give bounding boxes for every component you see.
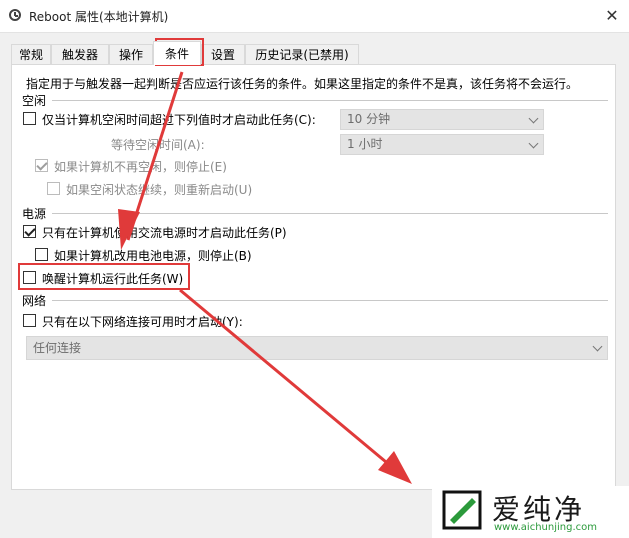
idle-section-label: 空闲 [22,94,47,108]
start-if-idle-label: 仅当计算机空闲时间超过下列值时才启动此任务(C): [42,113,316,127]
wait-for-idle-combo[interactable]: 1 小时 [340,134,544,155]
network-separator [52,300,608,301]
start-if-idle-checkbox[interactable] [23,112,36,125]
idle-separator [52,100,608,101]
checkmark-icon [36,159,48,171]
tab-general[interactable]: 常规 [11,44,51,64]
tab-triggers[interactable]: 触发器 [51,44,109,64]
wait-for-idle-value: 1 小时 [347,137,383,151]
clock-icon [9,9,21,21]
restart-if-idle-label: 如果空闲状态继续，则重新启动(U) [66,183,253,197]
watermark-url: www.aichunjing.com [494,522,597,533]
tab-settings[interactable]: 设置 [201,44,245,64]
idle-duration-value: 10 分钟 [347,112,391,126]
stop-on-battery-label: 如果计算机改用电池电源，则停止(B) [54,249,252,263]
chevron-down-icon [592,341,603,352]
title-bar: Reboot 属性(本地计算机) ✕ [0,0,629,33]
stop-on-battery-checkbox[interactable] [35,248,48,261]
properties-dialog: Reboot 属性(本地计算机) ✕ 常规 触发器 操作 条件 设置 历史记录(… [0,0,629,538]
chevron-down-icon [528,113,539,124]
close-button[interactable]: ✕ [595,0,629,31]
tab-conditions[interactable]: 条件 [153,41,201,65]
chevron-down-icon [528,138,539,149]
power-section-label: 电源 [22,207,47,221]
checkmark-icon [24,225,36,237]
ac-power-checkbox[interactable] [23,225,36,238]
stop-if-not-idle-checkbox[interactable] [35,159,48,172]
tab-actions[interactable]: 操作 [109,44,153,64]
watermark-logo: 爱纯净 www.aichunjing.com [432,486,629,538]
conditions-description: 指定用于与触发器一起判断是否应运行该任务的条件。如果这里指定的条件不是真，该任务… [26,77,579,91]
stop-if-not-idle-label: 如果计算机不再空闲，则停止(E) [54,160,227,174]
power-separator [52,213,608,214]
network-combo[interactable]: 任何连接 [26,336,608,360]
network-checkbox[interactable] [23,314,36,327]
brand-logo-icon [442,490,482,530]
idle-duration-combo[interactable]: 10 分钟 [340,109,544,130]
wait-for-idle-label: 等待空闲时间(A): [111,138,205,152]
restart-if-idle-checkbox[interactable] [47,182,60,195]
window-title: Reboot 属性(本地计算机) [29,10,169,24]
highlight-wake-option [18,263,190,290]
network-section-label: 网络 [22,294,47,308]
network-value: 任何连接 [33,341,82,355]
tab-history[interactable]: 历史记录(已禁用) [245,44,359,64]
network-label: 只有在以下网络连接可用时才启动(Y): [42,315,243,329]
ac-power-label: 只有在计算机使用交流电源时才启动此任务(P) [42,226,287,240]
